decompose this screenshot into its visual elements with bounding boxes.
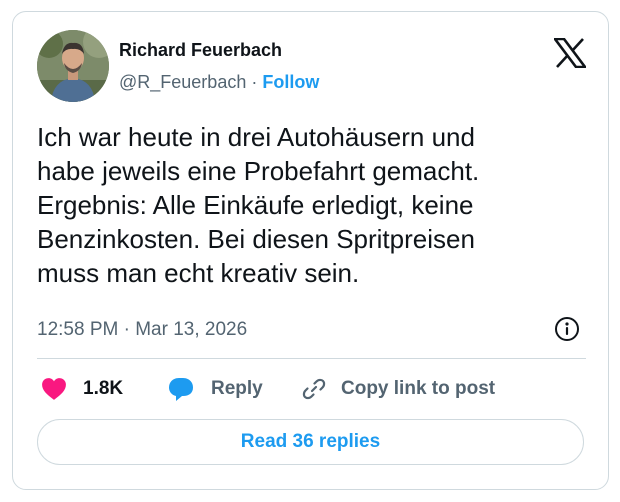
like-button[interactable]: 1.8K	[41, 374, 123, 404]
author-name[interactable]: Richard Feuerbach	[119, 40, 282, 61]
avatar[interactable]	[37, 30, 109, 102]
post-timestamp[interactable]: 12:58 PM · Mar 13, 2026	[37, 319, 247, 341]
handle-separator: ·	[246, 72, 263, 92]
divider	[37, 358, 586, 359]
author-handle[interactable]: @R_Feuerbach	[119, 72, 246, 92]
follow-button[interactable]: Follow	[262, 72, 319, 92]
x-logo-icon[interactable]	[554, 38, 586, 68]
info-icon[interactable]	[554, 316, 580, 342]
handle-row: @R_Feuerbach · Follow	[119, 72, 319, 93]
avatar-image	[37, 30, 109, 102]
read-replies-button[interactable]: Read 36 replies	[37, 419, 584, 465]
copy-link-label: Copy link to post	[341, 378, 496, 399]
post-text: Ich war heute in drei Autohäusern und ha…	[37, 122, 480, 288]
speech-bubble-icon	[169, 378, 193, 401]
post-card: Richard Feuerbach @R_Feuerbach · Follow …	[12, 11, 609, 490]
reply-label: Reply	[211, 378, 263, 399]
like-count: 1.8K	[83, 378, 124, 399]
copy-link-button[interactable]: Copy link to post	[301, 374, 495, 404]
heart-icon	[42, 378, 66, 400]
link-icon	[302, 378, 326, 400]
reply-button[interactable]: Reply	[167, 374, 263, 404]
